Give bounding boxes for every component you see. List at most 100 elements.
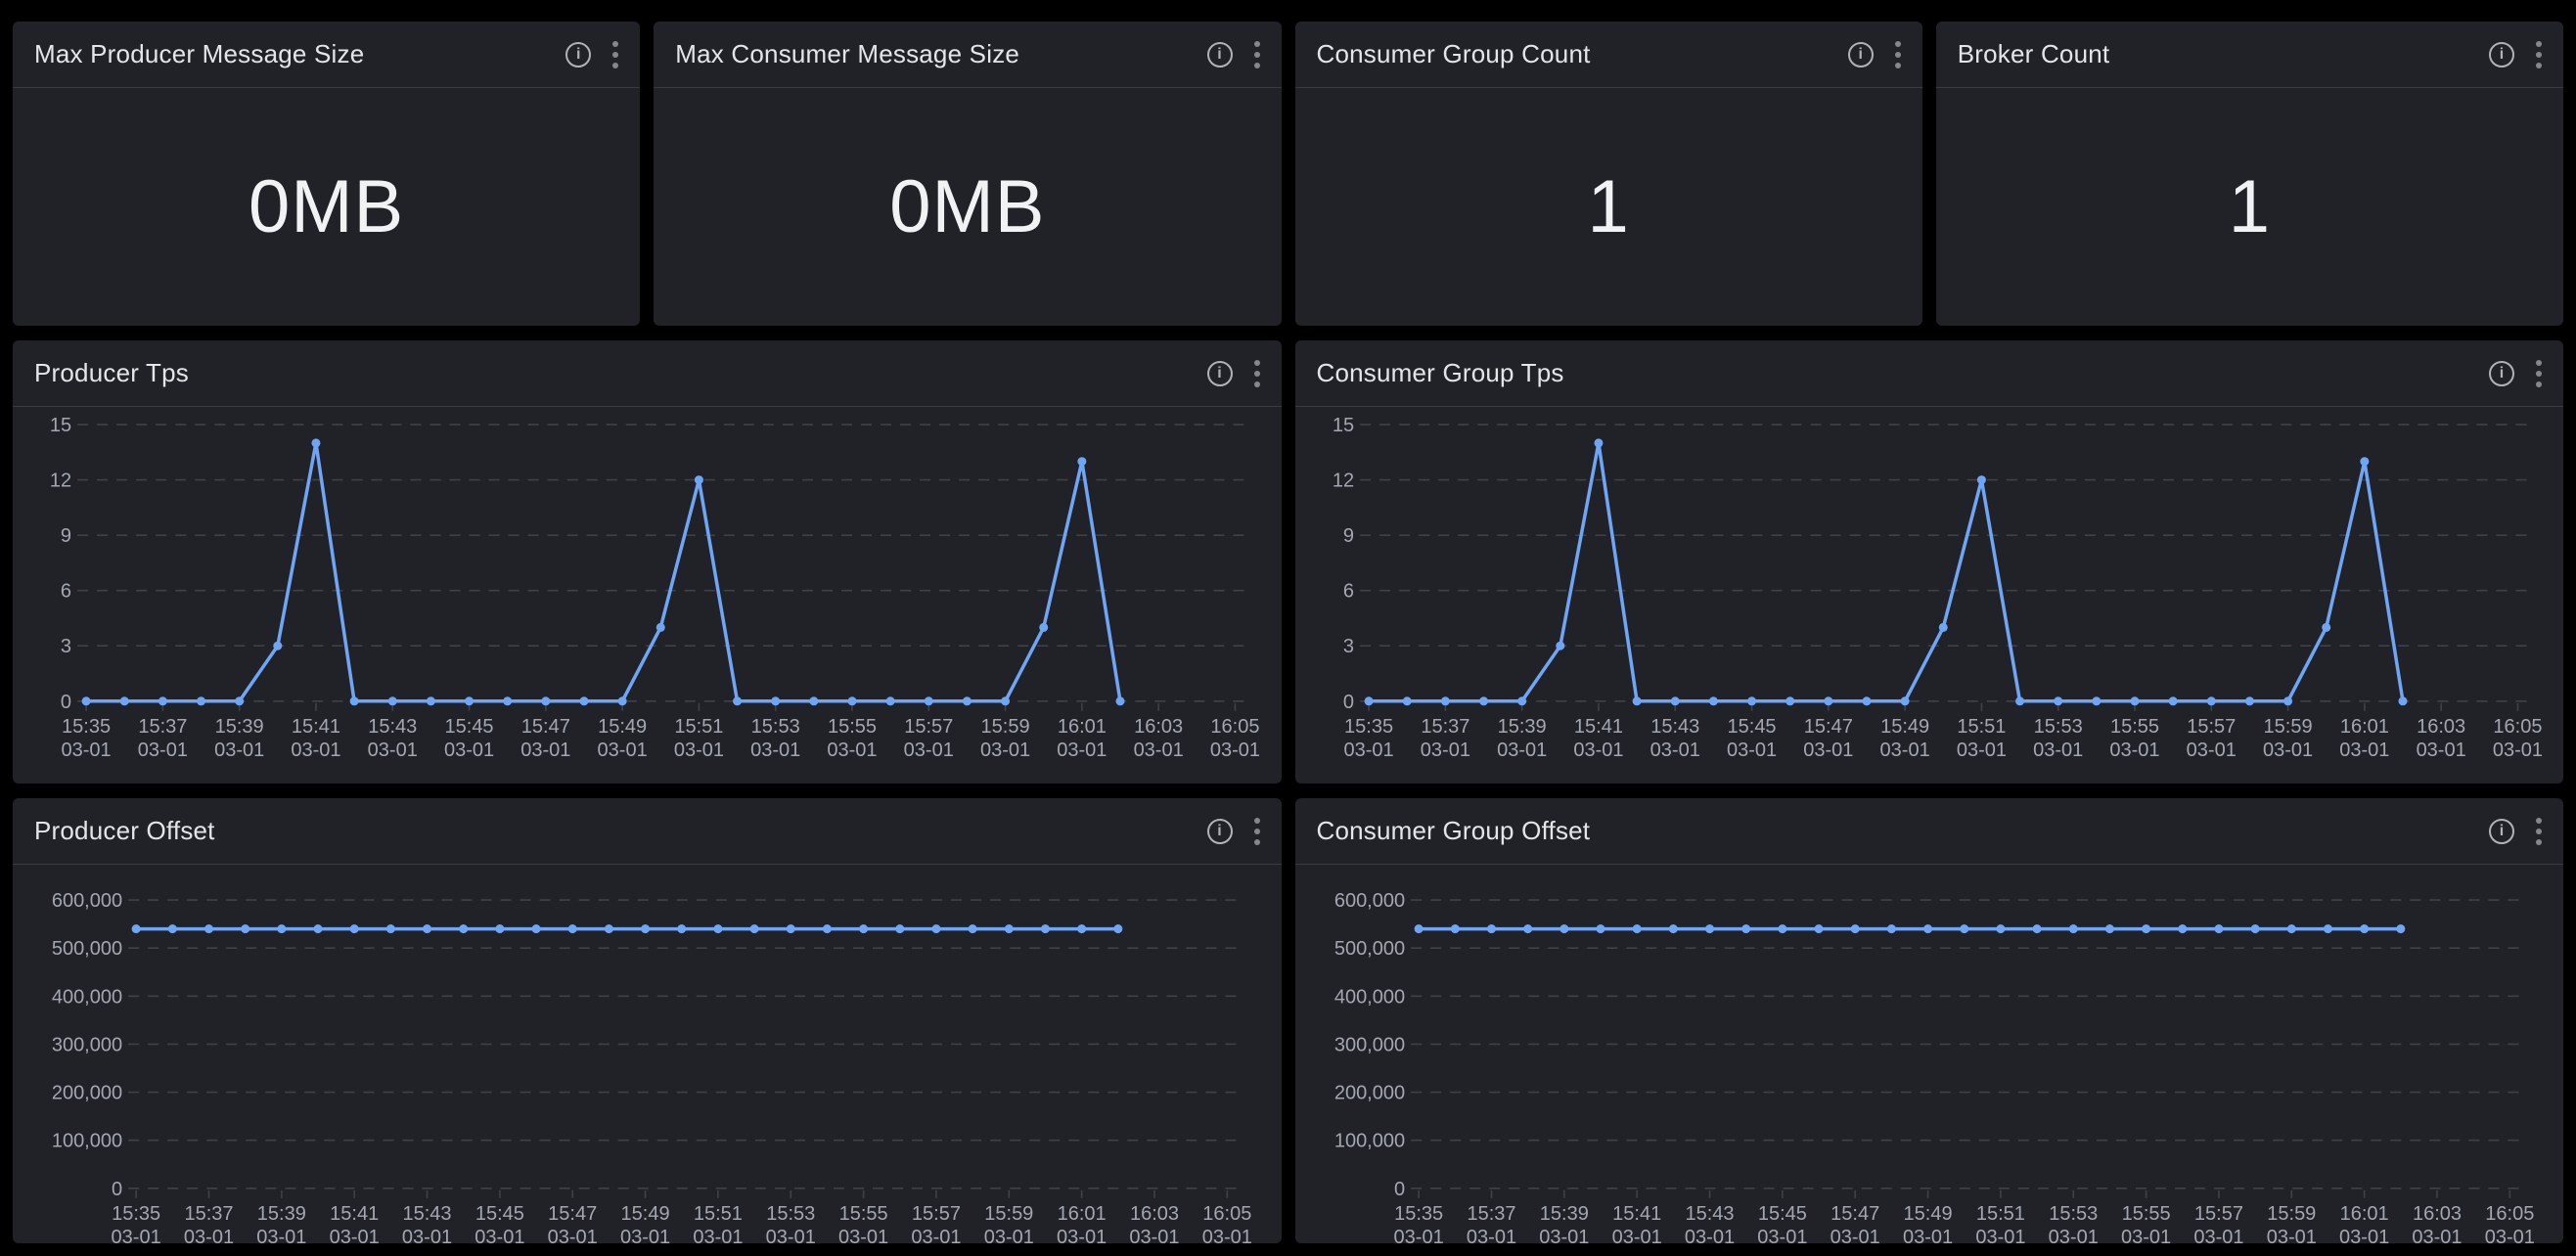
panel-title: Consumer Group Tps: [1317, 358, 1564, 388]
series-point: [204, 924, 213, 933]
x-axis-tick-label-time: 15:39: [1497, 716, 1546, 738]
x-axis-tick-label-date: 03-01: [1539, 1227, 1589, 1243]
series-point: [1077, 924, 1086, 933]
x-axis-tick-label-date: 03-01: [2033, 740, 2083, 761]
panel-header-icons: i: [1848, 39, 1903, 70]
x-axis-tick-label-date: 03-01: [1975, 1227, 2025, 1243]
series-point: [235, 696, 244, 705]
panel-producer-tps: Producer Tps i 0369121515:3503-0115:3703…: [13, 340, 1282, 784]
series-point: [1041, 924, 1050, 933]
x-axis-tick-label-time: 16:05: [1210, 716, 1259, 738]
kebab-menu-icon[interactable]: [2534, 816, 2544, 847]
x-axis-tick-label-date: 03-01: [1497, 740, 1547, 761]
x-axis-tick-label-time: 15:49: [621, 1203, 670, 1225]
x-axis-tick-label-time: 15:55: [839, 1203, 888, 1225]
x-axis-tick-label-time: 15:53: [751, 716, 800, 738]
info-icon[interactable]: i: [2489, 42, 2514, 67]
series-point: [1670, 696, 1679, 705]
series-point: [2398, 696, 2407, 705]
x-axis-tick-label-date: 03-01: [2262, 740, 2312, 761]
series-point: [1364, 696, 1373, 705]
x-axis-tick-label-date: 03-01: [475, 1227, 524, 1243]
kebab-menu-icon[interactable]: [1893, 39, 1903, 70]
series-point: [158, 696, 167, 705]
series-point: [1440, 696, 1449, 705]
y-axis-tick-label: 100,000: [52, 1131, 122, 1152]
panel-header-icons: i: [1207, 358, 1262, 389]
series-point: [532, 924, 541, 933]
series-point: [82, 696, 91, 705]
panel-producer-offset: Producer Offset i 0100,000200,000300,000…: [13, 798, 1282, 1243]
x-axis-tick-label-date: 03-01: [2416, 740, 2465, 761]
y-axis-tick-label: 9: [1342, 525, 1353, 547]
x-axis-tick-label-time: 15:45: [1757, 1203, 1806, 1225]
series-point: [2092, 696, 2101, 705]
x-axis-tick-label-date: 03-01: [2412, 1227, 2462, 1243]
y-axis-tick-label: 15: [1332, 415, 1353, 436]
panel-consumer-group-offset: Consumer Group Offset i 0100,000200,0003…: [1295, 798, 2564, 1243]
panel-broker-count: Broker Count i 1: [1936, 22, 2563, 326]
timeseries-chart[interactable]: 0369121515:3503-0115:3703-0115:3903-0115…: [13, 407, 1282, 784]
x-axis-tick-label-time: 15:57: [2193, 1203, 2242, 1225]
kebab-menu-icon[interactable]: [1252, 39, 1262, 70]
info-icon[interactable]: i: [565, 42, 591, 67]
series-point: [503, 696, 512, 705]
series-point: [1402, 696, 1411, 705]
series-point: [1708, 696, 1717, 705]
x-axis-tick-label-date: 03-01: [1210, 740, 1260, 761]
x-axis-tick-label-date: 03-01: [138, 740, 188, 761]
x-axis-tick-label-time: 15:57: [912, 1203, 961, 1225]
kebab-menu-icon[interactable]: [2534, 39, 2544, 70]
info-icon[interactable]: i: [1207, 361, 1233, 386]
series-point: [350, 924, 359, 933]
x-axis-tick-label-time: 15:59: [2263, 716, 2312, 738]
series-point: [427, 696, 435, 705]
x-axis-tick-label-time: 15:35: [1344, 716, 1393, 738]
series-point: [1778, 924, 1786, 933]
x-axis-tick-label-date: 03-01: [1726, 740, 1776, 761]
info-icon[interactable]: i: [2489, 361, 2514, 386]
kebab-menu-icon[interactable]: [610, 39, 620, 70]
series-point: [241, 924, 249, 933]
info-icon[interactable]: i: [1207, 819, 1233, 844]
x-axis-tick-label-date: 03-01: [1830, 1227, 1879, 1243]
stat-value: 1: [1295, 88, 1922, 326]
kebab-menu-icon[interactable]: [2534, 358, 2544, 389]
series-point: [925, 696, 933, 705]
series-point: [459, 924, 468, 933]
info-icon[interactable]: i: [1207, 42, 1233, 67]
series-point: [1960, 924, 1968, 933]
panel-header: Producer Tps i: [13, 340, 1282, 407]
x-axis-tick-label-time: 15:59: [984, 1203, 1033, 1225]
series-point: [2142, 924, 2150, 933]
kebab-menu-icon[interactable]: [1252, 358, 1262, 389]
series-point: [1486, 924, 1495, 933]
y-axis-tick-label: 300,000: [1333, 1034, 1404, 1055]
x-axis-tick-label-time: 15:37: [1421, 716, 1469, 738]
info-icon[interactable]: i: [1848, 42, 1874, 67]
timeseries-chart[interactable]: 0369121515:3503-0115:3703-0115:3903-0115…: [1295, 407, 2564, 784]
x-axis-tick-label-time: 15:39: [1539, 1203, 1588, 1225]
y-axis-tick-label: 600,000: [52, 890, 122, 912]
series-point: [579, 696, 588, 705]
x-axis-tick-label-date: 03-01: [330, 1227, 380, 1243]
x-axis-tick-label-time: 15:37: [1467, 1203, 1515, 1225]
timeseries-chart[interactable]: 0100,000200,000300,000400,000500,000600,…: [1295, 865, 2564, 1243]
series-point: [2214, 924, 2223, 933]
info-icon[interactable]: i: [2489, 819, 2514, 844]
series-point: [2323, 924, 2331, 933]
x-axis-tick-label-date: 03-01: [1573, 740, 1623, 761]
kebab-menu-icon[interactable]: [1252, 816, 1262, 847]
y-axis-tick-label: 12: [1332, 471, 1353, 492]
y-axis-tick-label: 100,000: [1333, 1131, 1404, 1152]
x-axis-tick-label-date: 03-01: [2186, 740, 2236, 761]
panel-header-icons: i: [1207, 816, 1262, 847]
x-axis-tick-label-time: 15:45: [445, 716, 494, 738]
x-axis-tick-label-time: 16:01: [1058, 716, 1107, 738]
x-axis-tick-label-date: 03-01: [693, 1227, 743, 1243]
timeseries-chart[interactable]: 0100,000200,000300,000400,000500,000600,…: [13, 865, 1282, 1243]
x-axis-tick-label-date: 03-01: [911, 1227, 961, 1243]
series-point: [1001, 696, 1010, 705]
x-axis-tick-label-date: 03-01: [1129, 1227, 1179, 1243]
series-point: [641, 924, 650, 933]
